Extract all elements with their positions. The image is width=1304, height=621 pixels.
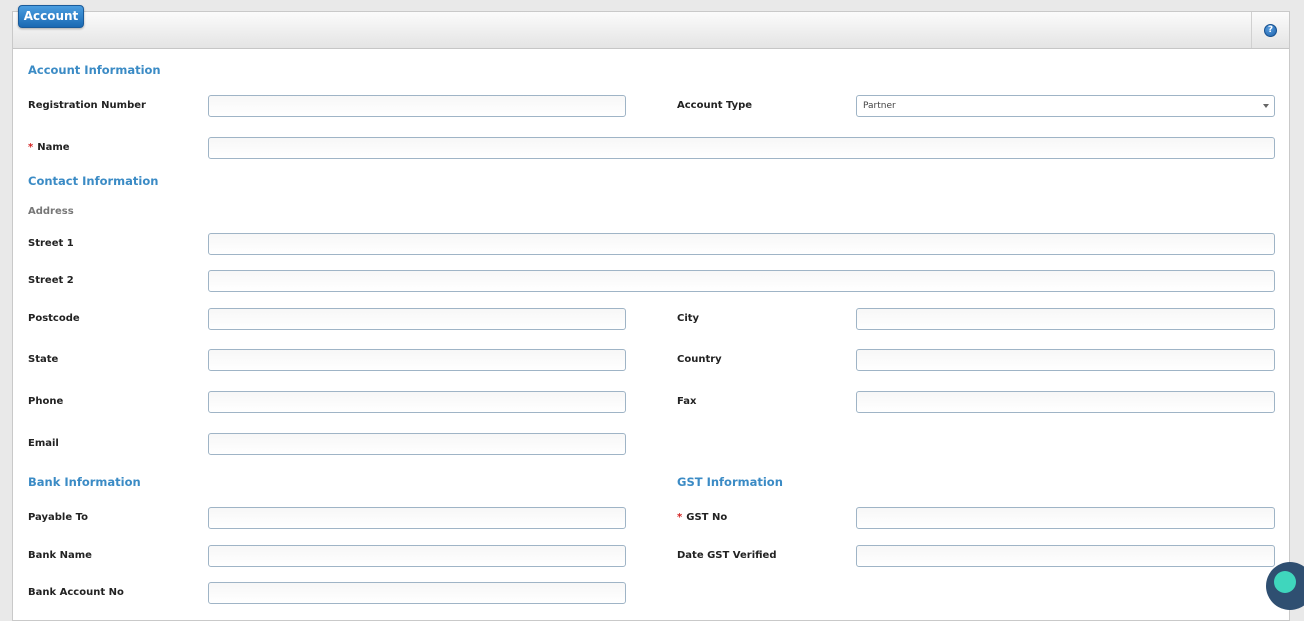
gst-no-label: * GST No <box>677 512 727 523</box>
street2-input[interactable] <box>208 270 1275 292</box>
street1-input[interactable] <box>208 233 1275 255</box>
help-icon[interactable]: ? <box>1264 24 1277 37</box>
fax-input[interactable] <box>856 391 1275 413</box>
payable-to-input[interactable] <box>208 507 626 529</box>
date-gst-verified-input[interactable] <box>856 545 1275 567</box>
section-title-account: Account Information <box>28 63 161 77</box>
name-label: * Name <box>28 142 70 153</box>
section-title-gst: GST Information <box>677 475 783 489</box>
city-label: City <box>677 313 700 324</box>
bank-name-input[interactable] <box>208 545 626 567</box>
required-marker: * <box>28 142 34 153</box>
bank-account-no-input[interactable] <box>208 582 626 604</box>
bank-account-no-label: Bank Account No <box>28 587 124 598</box>
gst-no-label-text: GST No <box>686 512 728 523</box>
account-type-value: Partner <box>863 101 896 111</box>
country-label: Country <box>677 354 722 365</box>
date-gst-verified-label: Date GST Verified <box>677 550 777 561</box>
fax-label: Fax <box>677 396 697 407</box>
payable-to-label: Payable To <box>28 512 88 523</box>
registration-number-input[interactable] <box>208 95 626 117</box>
account-type-label: Account Type <box>677 100 753 111</box>
name-label-text: Name <box>37 142 70 153</box>
postcode-input[interactable] <box>208 308 626 330</box>
help-button[interactable]: ? <box>1251 12 1289 48</box>
chat-icon[interactable] <box>1274 571 1296 593</box>
name-input[interactable] <box>208 137 1275 159</box>
phone-label: Phone <box>28 396 64 407</box>
street2-label: Street 2 <box>28 275 74 286</box>
state-input[interactable] <box>208 349 626 371</box>
account-type-select[interactable]: Partner <box>856 95 1275 117</box>
panel-header: ? <box>13 12 1289 49</box>
address-subtitle: Address <box>28 206 74 217</box>
gst-no-input[interactable] <box>856 507 1275 529</box>
registration-number-label: Registration Number <box>28 100 146 111</box>
bank-name-label: Bank Name <box>28 550 92 561</box>
account-tab[interactable]: Account <box>18 5 84 28</box>
phone-input[interactable] <box>208 391 626 413</box>
state-label: State <box>28 354 59 365</box>
postcode-label: Postcode <box>28 313 80 324</box>
section-title-contact: Contact Information <box>28 174 159 188</box>
section-title-bank: Bank Information <box>28 475 141 489</box>
email-label: Email <box>28 438 59 449</box>
email-input[interactable] <box>208 433 626 455</box>
street1-label: Street 1 <box>28 238 74 249</box>
city-input[interactable] <box>856 308 1275 330</box>
required-marker: * <box>677 512 683 523</box>
chevron-down-icon[interactable] <box>1263 104 1269 108</box>
country-input[interactable] <box>856 349 1275 371</box>
